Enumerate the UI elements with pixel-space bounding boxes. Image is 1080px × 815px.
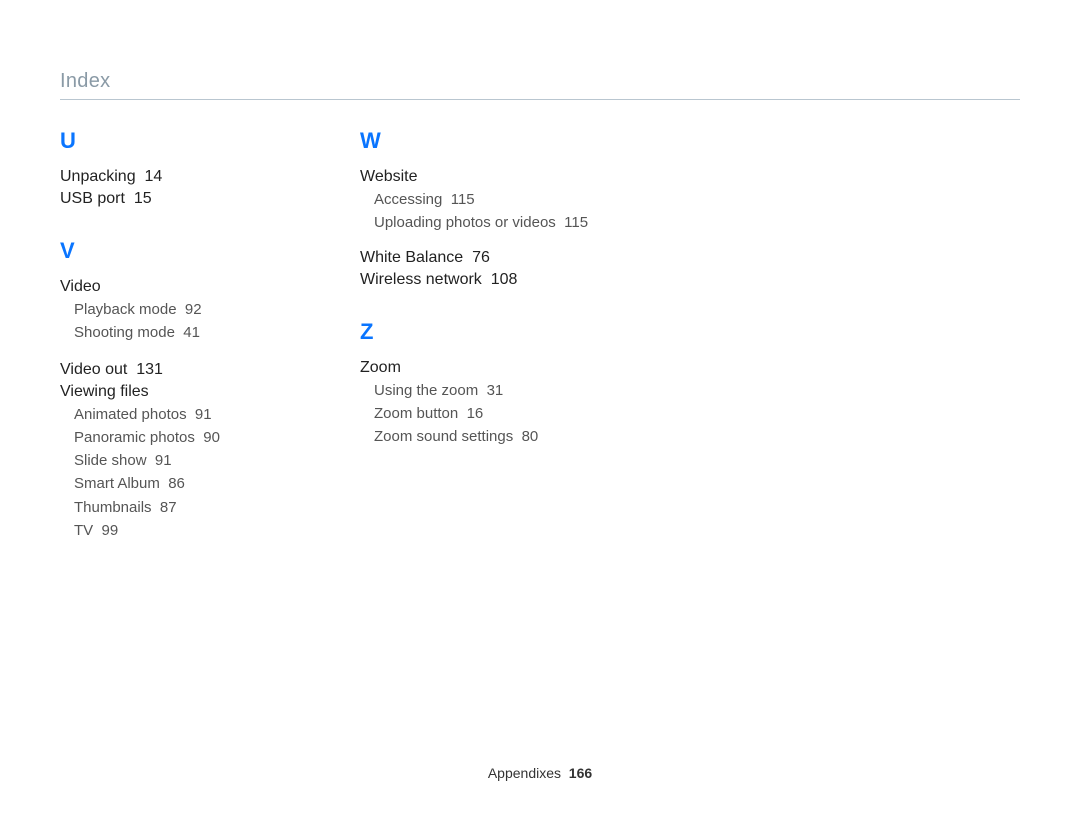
subentry-page: 115 — [564, 214, 588, 231]
subentry-page: 16 — [467, 405, 484, 422]
entry-page: 14 — [145, 168, 163, 185]
subentry-page: 92 — [185, 301, 202, 318]
subentry-term: Zoom button — [374, 405, 458, 422]
subentry-page: 91 — [195, 406, 212, 423]
entry-term: Unpacking — [60, 168, 136, 185]
entry-term: Website — [360, 168, 418, 185]
entry-term: Video — [60, 278, 101, 295]
index-subentry: TV 99 — [74, 521, 300, 541]
index-subentry: Zoom sound settings 80 — [374, 427, 600, 447]
index-entry: Website — [360, 168, 600, 186]
index-entry: Unpacking 14 — [60, 168, 300, 186]
index-columns: U Unpacking 14 USB port 15 V Video Playb… — [60, 120, 1020, 544]
footer-section: Appendixes — [488, 765, 561, 781]
index-entry: Wireless network 108 — [360, 271, 600, 289]
subentry-term: TV — [74, 522, 93, 539]
subentry-page: 86 — [168, 475, 185, 492]
subentry-page: 91 — [155, 452, 172, 469]
index-column-1: U Unpacking 14 USB port 15 V Video Playb… — [60, 120, 300, 544]
index-column-2: W Website Accessing 115 Uploading photos… — [360, 120, 600, 544]
index-subentry: Smart Album 86 — [74, 474, 300, 494]
subentry-page: 115 — [451, 191, 475, 208]
subentry-page: 31 — [487, 382, 504, 399]
index-subentry: Animated photos 91 — [74, 405, 300, 425]
subentry-term: Using the zoom — [374, 382, 478, 399]
entry-page: 131 — [136, 361, 163, 378]
index-entry: Viewing files — [60, 383, 300, 401]
subentry-term: Accessing — [374, 191, 442, 208]
page-title: Index — [60, 70, 1020, 93]
index-subentry: Shooting mode 41 — [74, 323, 300, 343]
subentry-page: 87 — [160, 499, 177, 516]
entry-page: 15 — [134, 190, 152, 207]
index-entry: White Balance 76 — [360, 249, 600, 267]
entry-page: 76 — [472, 249, 490, 266]
entry-term: Viewing files — [60, 383, 149, 400]
index-entry: USB port 15 — [60, 190, 300, 208]
subentry-term: Shooting mode — [74, 324, 175, 341]
index-subentry: Zoom button 16 — [374, 404, 600, 424]
footer-page-number: 166 — [569, 765, 592, 781]
index-entry: Video — [60, 278, 300, 296]
subentry-term: Thumbnails — [74, 499, 152, 516]
index-subentry: Slide show 91 — [74, 451, 300, 471]
subentry-term: Zoom sound settings — [374, 428, 513, 445]
subentry-term: Panoramic photos — [74, 429, 195, 446]
index-subentry: Playback mode 92 — [74, 300, 300, 320]
entry-term: USB port — [60, 190, 125, 207]
entry-term: Zoom — [360, 359, 401, 376]
page-header: Index — [60, 70, 1020, 100]
entry-term: White Balance — [360, 249, 463, 266]
index-letter-u: U — [60, 128, 300, 154]
subentry-page: 99 — [102, 522, 119, 539]
page-footer: Appendixes 166 — [0, 765, 1080, 781]
entry-term: Video out — [60, 361, 127, 378]
index-entry: Video out 131 — [60, 361, 300, 379]
index-letter-z: Z — [360, 319, 600, 345]
index-letter-v: V — [60, 238, 300, 264]
index-subentry: Using the zoom 31 — [374, 381, 600, 401]
index-subentry: Uploading photos or videos 115 — [374, 213, 600, 233]
index-subentry: Accessing 115 — [374, 190, 600, 210]
subentry-term: Playback mode — [74, 301, 177, 318]
page: Index U Unpacking 14 USB port 15 V Video… — [0, 0, 1080, 815]
index-entry: Zoom — [360, 359, 600, 377]
subentry-term: Uploading photos or videos — [374, 214, 556, 231]
subentry-term: Slide show — [74, 452, 147, 469]
entry-page: 108 — [491, 271, 518, 288]
subentry-term: Animated photos — [74, 406, 187, 423]
index-letter-w: W — [360, 128, 600, 154]
subentry-page: 41 — [183, 324, 200, 341]
subentry-term: Smart Album — [74, 475, 160, 492]
index-subentry: Thumbnails 87 — [74, 498, 300, 518]
index-subentry: Panoramic photos 90 — [74, 428, 300, 448]
subentry-page: 90 — [203, 429, 220, 446]
entry-term: Wireless network — [360, 271, 482, 288]
subentry-page: 80 — [522, 428, 539, 445]
